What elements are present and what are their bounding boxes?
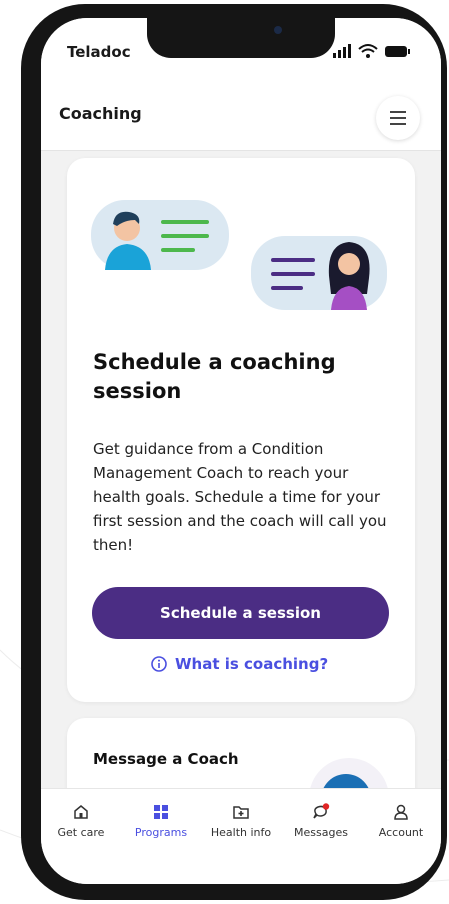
home-icon (74, 805, 88, 819)
carrier-name: Teladoc (67, 43, 131, 61)
phone-notch (147, 18, 335, 58)
page-title: Coaching (59, 104, 142, 123)
tab-messages[interactable]: Messages (281, 803, 361, 839)
tab-label-messages: Messages (294, 826, 348, 839)
status-icons (333, 44, 410, 58)
message-coach-title: Message a Coach (93, 750, 239, 768)
schedule-coaching-card: Schedule a coaching session Get guidance… (67, 158, 415, 702)
what-is-coaching-label: What is coaching? (175, 655, 329, 673)
tab-label-health-info: Health info (210, 826, 272, 839)
messages-icon (313, 803, 330, 819)
bottom-tab-bar: Get care Programs Health info Messages A… (41, 788, 441, 884)
tab-get-care[interactable]: Get care (41, 803, 121, 839)
tab-account[interactable]: Account (361, 803, 441, 839)
what-is-coaching-link[interactable]: What is coaching? (151, 655, 328, 673)
app-screen: Teladoc Coaching Schedule a coaching ses… (41, 18, 441, 884)
card-description: Get guidance from a Condition Management… (93, 440, 387, 554)
coaching-chat-illustration (91, 200, 387, 310)
tab-label-account: Account (378, 826, 424, 839)
schedule-session-button[interactable]: Schedule a session (92, 587, 389, 639)
menu-button[interactable] (376, 96, 420, 140)
tab-label-get-care: Get care (57, 826, 105, 839)
hamburger-menu-icon (390, 111, 406, 125)
grid-icon (154, 805, 168, 819)
app-header: Coaching (41, 80, 441, 151)
notification-dot (322, 803, 330, 810)
tab-health-info[interactable]: Health info (201, 803, 281, 839)
info-icon (151, 656, 167, 672)
card-heading: Schedule a coaching session (93, 350, 336, 403)
tab-label-programs: Programs (134, 826, 188, 839)
account-icon (394, 804, 408, 820)
signal-icon (333, 44, 351, 58)
wifi-icon (358, 44, 378, 58)
tab-programs[interactable]: Programs (121, 803, 201, 839)
battery-icon (385, 46, 410, 57)
health-folder-icon (233, 806, 249, 819)
camera-icon (274, 26, 282, 34)
